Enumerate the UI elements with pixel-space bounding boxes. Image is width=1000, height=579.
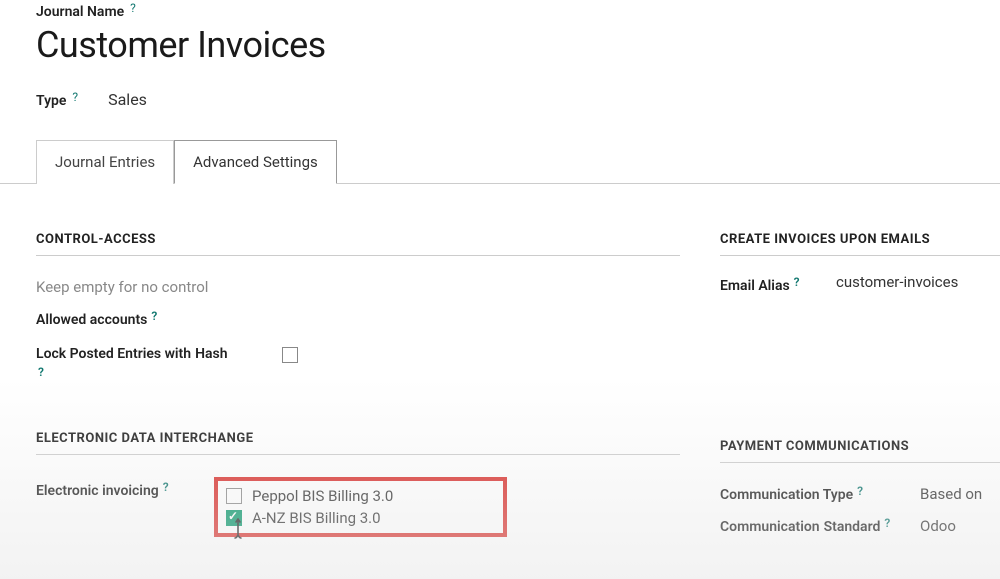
- communication-standard-label-2: Standard: [824, 517, 881, 538]
- page-title[interactable]: Customer Invoices: [36, 24, 964, 66]
- edi-peppol-checkbox[interactable]: [226, 488, 242, 504]
- lock-hash-checkbox[interactable]: [282, 347, 298, 363]
- tab-journal-entries[interactable]: Journal Entries: [36, 140, 174, 184]
- section-payment-communications: PAYMENT COMMUNICATIONS: [720, 439, 1000, 454]
- section-create-invoices-emails: CREATE INVOICES UPON EMAILS: [720, 232, 1000, 247]
- communication-type-label: Communication Type: [720, 487, 853, 503]
- journal-name-label: Journal Name: [36, 4, 124, 20]
- lock-hash-label-2: Hash: [195, 344, 227, 365]
- help-icon[interactable]: ?: [151, 309, 157, 323]
- communication-type-value[interactable]: Based on: [920, 485, 982, 503]
- help-icon[interactable]: ?: [857, 484, 863, 498]
- tab-advanced-settings[interactable]: Advanced Settings: [174, 140, 337, 184]
- email-alias-label: Email Alias: [720, 278, 790, 294]
- help-icon[interactable]: ?: [163, 480, 169, 494]
- help-icon[interactable]: ?: [38, 363, 44, 381]
- edi-anz-label: A-NZ BIS Billing 3.0: [252, 509, 381, 527]
- allowed-accounts-label: Allowed accounts: [36, 312, 147, 328]
- section-control-access: CONTROL-ACCESS: [36, 232, 680, 247]
- keep-empty-hint: Keep empty for no control: [36, 278, 208, 296]
- edi-peppol-label: Peppol BIS Billing 3.0: [252, 487, 393, 505]
- electronic-invoicing-label: Electronic invoicing: [36, 483, 159, 499]
- email-alias-value[interactable]: customer-invoices: [836, 273, 958, 291]
- lock-hash-label-1: Lock Posted Entries with: [36, 344, 191, 365]
- edi-highlight-box: Peppol BIS Billing 3.0 A-NZ BIS Billing …: [214, 477, 507, 537]
- communication-standard-label-1: Communication: [720, 517, 820, 538]
- help-icon[interactable]: ?: [794, 275, 800, 289]
- type-label: Type: [36, 93, 66, 109]
- help-icon[interactable]: ?: [72, 90, 78, 104]
- edi-anz-checkbox[interactable]: [226, 510, 242, 526]
- help-icon[interactable]: ?: [884, 514, 890, 532]
- section-edi: ELECTRONIC DATA INTERCHANGE: [36, 431, 680, 446]
- help-icon[interactable]: ?: [130, 1, 136, 15]
- communication-standard-value[interactable]: Odoo: [920, 517, 956, 535]
- type-value[interactable]: Sales: [108, 90, 147, 109]
